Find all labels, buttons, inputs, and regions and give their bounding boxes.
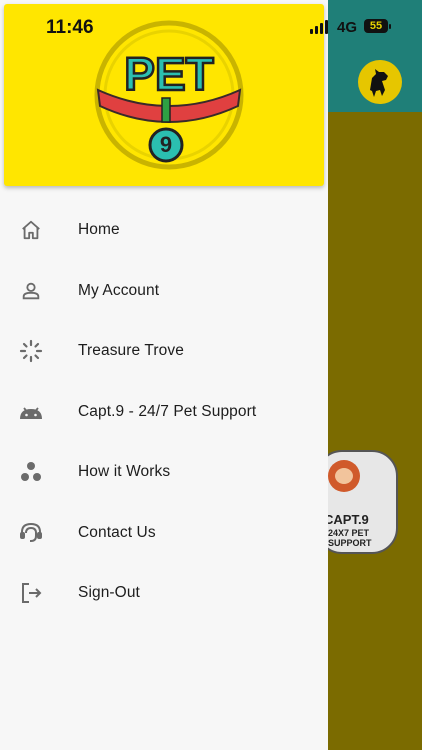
menu-item-my-account[interactable]: My Account: [0, 261, 328, 322]
network-type: 4G: [337, 19, 358, 36]
battery-tip: [389, 24, 391, 29]
status-time: 11:46: [46, 17, 94, 38]
dog-avatar[interactable]: [358, 60, 402, 104]
drawer-menu: Home My Account Treasure Trove Capt.9 - …: [0, 200, 328, 624]
menu-label: How it Works: [78, 463, 171, 481]
menu-item-contact-us[interactable]: Contact Us: [0, 503, 328, 564]
cellular-signal-icon: [310, 20, 330, 34]
account-icon: [19, 279, 43, 303]
loading-spinner-icon: [19, 339, 43, 363]
home-icon: [19, 218, 43, 242]
menu-item-home[interactable]: Home: [0, 200, 328, 261]
menu-item-how-it-works[interactable]: How it Works: [0, 442, 328, 503]
logo-word: PET: [124, 48, 213, 100]
monkey-face: [335, 468, 353, 484]
menu-item-treasure-trove[interactable]: Treasure Trove: [0, 321, 328, 382]
menu-item-sign-out[interactable]: Sign-Out: [0, 563, 328, 624]
menu-label: Contact Us: [78, 523, 156, 541]
menu-label: Home: [78, 221, 120, 239]
menu-label: Treasure Trove: [78, 342, 184, 360]
menu-item-capt9-support[interactable]: Capt.9 - 24/7 Pet Support: [0, 382, 328, 443]
logout-icon: [19, 581, 43, 605]
navigation-drawer: 9 PET Home My Account Treasure Trove Cap…: [0, 0, 328, 750]
android-icon: [19, 400, 43, 424]
fab-subtitle: 24X7 PET SUPPORT: [328, 528, 372, 548]
menu-label: My Account: [78, 281, 160, 299]
menu-label: Capt.9 - 24/7 Pet Support: [78, 402, 257, 420]
support-agent-icon: [19, 521, 43, 545]
fab-title: CAPT.9: [324, 512, 369, 527]
menu-label: Sign-Out: [78, 584, 140, 602]
battery-icon: 55: [364, 19, 388, 33]
capt9-support-fab[interactable]: CAPT.9 24X7 PET SUPPORT: [316, 450, 398, 554]
status-bar: 11:46 4G 55: [0, 0, 422, 52]
logo-number: 9: [160, 132, 172, 157]
bubble-chart-icon: [19, 460, 43, 484]
